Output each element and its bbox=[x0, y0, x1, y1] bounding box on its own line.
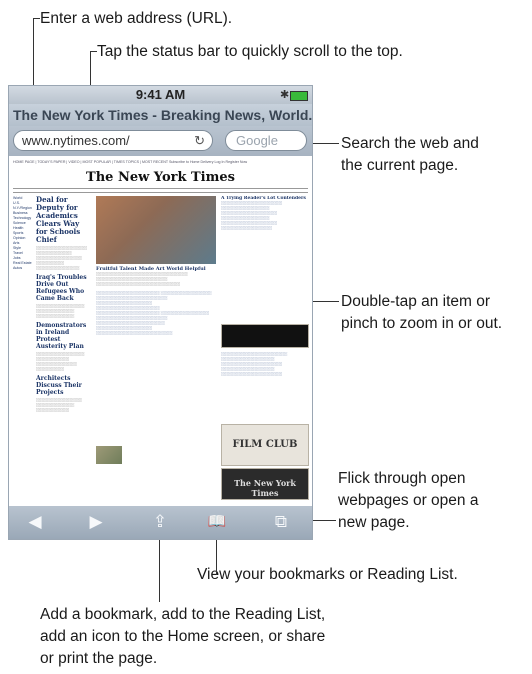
page-title-bar: The New York Times - Breaking News, Worl… bbox=[9, 104, 312, 126]
bookmarks-icon[interactable]: 📖 bbox=[203, 512, 231, 534]
annotation-search-2: the current page. bbox=[341, 157, 459, 174]
status-bar[interactable]: 9:41 AM ✱ bbox=[9, 86, 312, 104]
iphone-screen: 9:41 AM ✱ The New York Times - Breaking … bbox=[8, 85, 313, 540]
center-summary: ░░░░░░░░░░░░░░░░░░░░░░░░░░░░░░░░░░░░ ░░░… bbox=[96, 272, 188, 286]
search-placeholder: Google bbox=[236, 133, 278, 148]
thumb-photo[interactable] bbox=[96, 446, 122, 464]
second-summary: ░░░░░░░░░░░░░░░░░░░ ░░░░░░░░░░░░░░░ ░░░░… bbox=[36, 304, 85, 318]
reload-icon[interactable]: ↻ bbox=[194, 133, 205, 149]
leader-line-share bbox=[159, 532, 160, 602]
bottom-ad-logo: The New York Times bbox=[234, 478, 296, 498]
annotation-bookmarks: View your bookmarks or Reading List. bbox=[197, 566, 458, 583]
leader-line-url bbox=[33, 18, 40, 19]
pages-icon[interactable]: ⧉ bbox=[267, 512, 295, 534]
third-headline[interactable]: Demonstrators in Ireland Protest Austeri… bbox=[36, 322, 92, 350]
third-summary: ░░░░░░░░░░░░░░░░░░░ ░░░░░░░░░░░░░ ░░░░░░… bbox=[36, 352, 85, 371]
webpage-opinion-column: A Trying Reader's Lot Contenders ░░░░░░░… bbox=[221, 196, 307, 316]
black-ad[interactable] bbox=[221, 324, 309, 348]
lead-headline[interactable]: Deal for Deputy for Academics Clears Way… bbox=[36, 196, 92, 244]
annotation-share: Add a bookmark, add to the Reading List, bbox=[40, 606, 326, 623]
opinion-links: ░░░░░░░░░░░░░░░░░░░░░░░░ ░░░░░░░░░░░░░░░… bbox=[221, 201, 283, 230]
status-time: 9:41 AM bbox=[135, 87, 186, 102]
fourth-summary: ░░░░░░░░░░░░░░░░░░ ░░░░░░░░░░░░░░░ ░░░░░… bbox=[36, 398, 82, 412]
url-text: www.nytimes.com/ bbox=[22, 133, 130, 148]
annotation-share-3: or print the page. bbox=[40, 650, 158, 667]
annotation-zoom-2: pinch to zoom in or out. bbox=[341, 315, 503, 332]
center-links: ░░░░░░░░░░░░░░░░░░░░░░░░░ ░░░░░░░░░░░░░░… bbox=[96, 291, 212, 335]
annotation-search: Search the web and bbox=[341, 135, 479, 152]
page-title: The New York Times - Breaking News, Worl… bbox=[13, 107, 313, 123]
forward-icon[interactable]: ▶ bbox=[82, 512, 110, 534]
annotation-pages-2: webpages or open a bbox=[338, 492, 479, 509]
film-club-label: FILM CLUB bbox=[232, 439, 298, 450]
webpage-lead-column: Deal for Deputy for Academics Clears Way… bbox=[36, 196, 92, 501]
lead-summary: ░░░░░░░░░░░░░░░░░░░░ ░░░░░░░░░░░░░░ ░░░░… bbox=[36, 246, 87, 270]
webpage-rule bbox=[13, 188, 308, 189]
browser-toolbar: ◀ ▶ ⇪ 📖 ⧉ bbox=[9, 506, 312, 539]
webpage-content[interactable]: HOME PAGE | TODAY'S PAPER | VIDEO | MOST… bbox=[9, 156, 312, 506]
webpage-rule-2 bbox=[13, 192, 308, 193]
url-field[interactable]: www.nytimes.com/ ↻ bbox=[13, 130, 213, 151]
film-club-ad[interactable]: FILM CLUB bbox=[221, 424, 309, 466]
annotation-status-bar: Tap the status bar to quickly scroll to … bbox=[97, 43, 403, 60]
webpage-logo: The New York Times bbox=[86, 170, 235, 185]
annotation-enter-url: Enter a web address (URL). bbox=[40, 10, 233, 27]
search-field[interactable]: Google bbox=[225, 130, 307, 151]
webpage-center-column: Fruitful Talent Made Art World Helpful ░… bbox=[96, 266, 216, 501]
bottom-ad[interactable]: The New York Times bbox=[221, 468, 309, 500]
battery-icon bbox=[290, 91, 308, 101]
bluetooth-icon: ✱ bbox=[280, 89, 290, 101]
annotation-zoom: Double-tap an item or bbox=[341, 293, 491, 310]
share-icon[interactable]: ⇪ bbox=[146, 512, 174, 534]
second-headline[interactable]: Iraq's Troubles Drive Out Refugees Who C… bbox=[36, 274, 92, 302]
webpage-nav: HOME PAGE | TODAY'S PAPER | VIDEO | MOST… bbox=[13, 160, 248, 164]
webpage-sections: World U.S. N.Y./Region Business Technolo… bbox=[13, 196, 33, 496]
address-bar: www.nytimes.com/ ↻ Google bbox=[9, 126, 312, 156]
webpage-market-box: ░░░░░░░░░░░░░░░░░░░░░░░░░░ ░░░░░░░░░░░░░… bbox=[221, 352, 307, 422]
lead-photo[interactable] bbox=[96, 196, 216, 264]
market-links: ░░░░░░░░░░░░░░░░░░░░░░░░░░ ░░░░░░░░░░░░░… bbox=[221, 352, 288, 376]
section-link[interactable]: Autos bbox=[13, 266, 33, 271]
leader-line-status bbox=[90, 51, 97, 52]
annotation-share-2: add an icon to the Home screen, or share bbox=[40, 628, 326, 645]
fourth-headline[interactable]: Architects Discuss Their Projects bbox=[36, 375, 92, 396]
annotation-pages: Flick through open bbox=[338, 470, 466, 487]
annotation-pages-3: new page. bbox=[338, 514, 410, 531]
back-icon[interactable]: ◀ bbox=[21, 512, 49, 534]
